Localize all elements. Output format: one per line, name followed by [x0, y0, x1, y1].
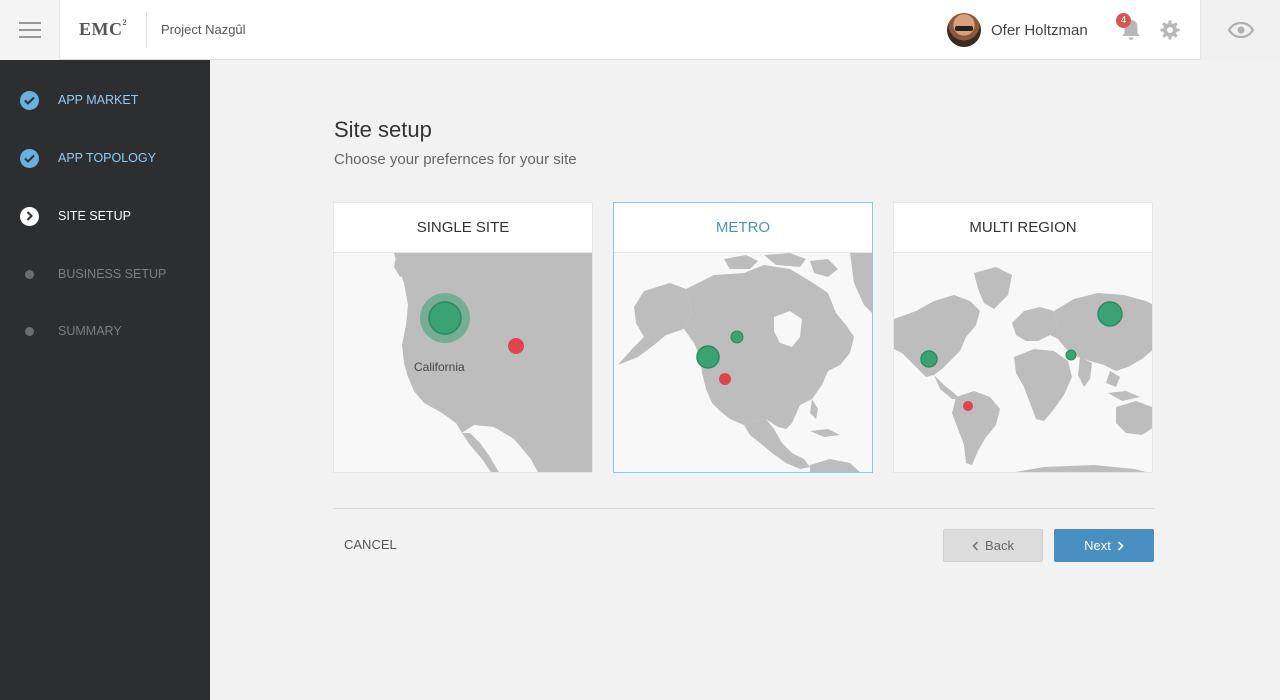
preview-button[interactable] — [1200, 0, 1280, 60]
secondary-site-marker — [508, 338, 524, 354]
step-label: APP TOPOLOGY — [58, 151, 156, 165]
gear-icon[interactable] — [1159, 19, 1181, 41]
eye-icon — [1227, 22, 1254, 38]
secondary-green-site-marker — [730, 330, 744, 344]
wizard-sidebar: APP MARKET APP TOPOLOGY SITE SETUP BUSIN… — [0, 60, 210, 700]
metro-map — [614, 253, 872, 472]
step-summary: SUMMARY — [0, 311, 210, 351]
primary-site-marker — [696, 345, 720, 369]
step-label: BUSINESS SETUP — [58, 267, 167, 281]
next-button[interactable]: Next — [1054, 529, 1154, 562]
site-marker-asia — [1097, 301, 1123, 327]
user-name: Ofer Holtzman — [991, 21, 1088, 39]
chevron-left-icon — [972, 540, 979, 551]
page-title: Site setup — [334, 117, 432, 142]
option-label: MULTI REGION — [894, 203, 1152, 253]
step-app-market[interactable]: APP MARKET — [0, 80, 210, 120]
step-site-setup[interactable]: SITE SETUP — [0, 196, 210, 236]
project-name: Project Nazgûl — [161, 22, 246, 37]
page-subtitle: Choose your prefernces for your site — [334, 151, 577, 168]
notification-badge: 4 — [1116, 13, 1131, 28]
check-icon — [19, 148, 39, 168]
step-app-topology[interactable]: APP TOPOLOGY — [0, 138, 210, 178]
hamburger-menu-icon[interactable] — [0, 0, 60, 60]
secondary-site-marker — [963, 401, 973, 411]
option-single-site[interactable]: SINGLE SITE California — [333, 202, 593, 473]
emc-logo: EMC2 — [79, 18, 127, 39]
next-label: Next — [1084, 538, 1111, 553]
option-label: METRO — [614, 203, 872, 253]
cancel-button[interactable]: CANCEL — [344, 537, 397, 552]
avatar — [947, 13, 981, 47]
site-marker-europe — [1065, 349, 1077, 361]
header-divider — [146, 12, 147, 48]
back-button[interactable]: Back — [943, 529, 1043, 562]
check-icon — [19, 90, 39, 110]
top-header: EMC2 Project Nazgûl Ofer Holtzman 4 — [0, 0, 1280, 60]
user-menu[interactable]: Ofer Holtzman — [947, 13, 1088, 47]
chevron-right-icon — [1117, 540, 1124, 551]
chevron-right-icon — [19, 206, 39, 226]
multi-region-map — [894, 253, 1152, 472]
option-multi-region[interactable]: MULTI REGION — [893, 202, 1153, 473]
back-label: Back — [985, 538, 1014, 553]
footer-divider — [334, 508, 1154, 509]
step-business-setup: BUSINESS SETUP — [0, 254, 210, 294]
option-metro[interactable]: METRO — [613, 202, 873, 473]
primary-site-marker — [428, 301, 462, 335]
option-label: SINGLE SITE — [334, 203, 592, 253]
map-location-label: California — [414, 360, 465, 374]
step-label: SUMMARY — [58, 324, 122, 338]
pending-dot-icon — [24, 326, 34, 336]
secondary-site-marker — [719, 373, 731, 385]
step-label: APP MARKET — [58, 93, 139, 107]
site-marker-north-america — [920, 350, 938, 368]
step-label: SITE SETUP — [58, 209, 131, 223]
single-site-map: California — [334, 253, 592, 472]
pending-dot-icon — [24, 269, 34, 279]
